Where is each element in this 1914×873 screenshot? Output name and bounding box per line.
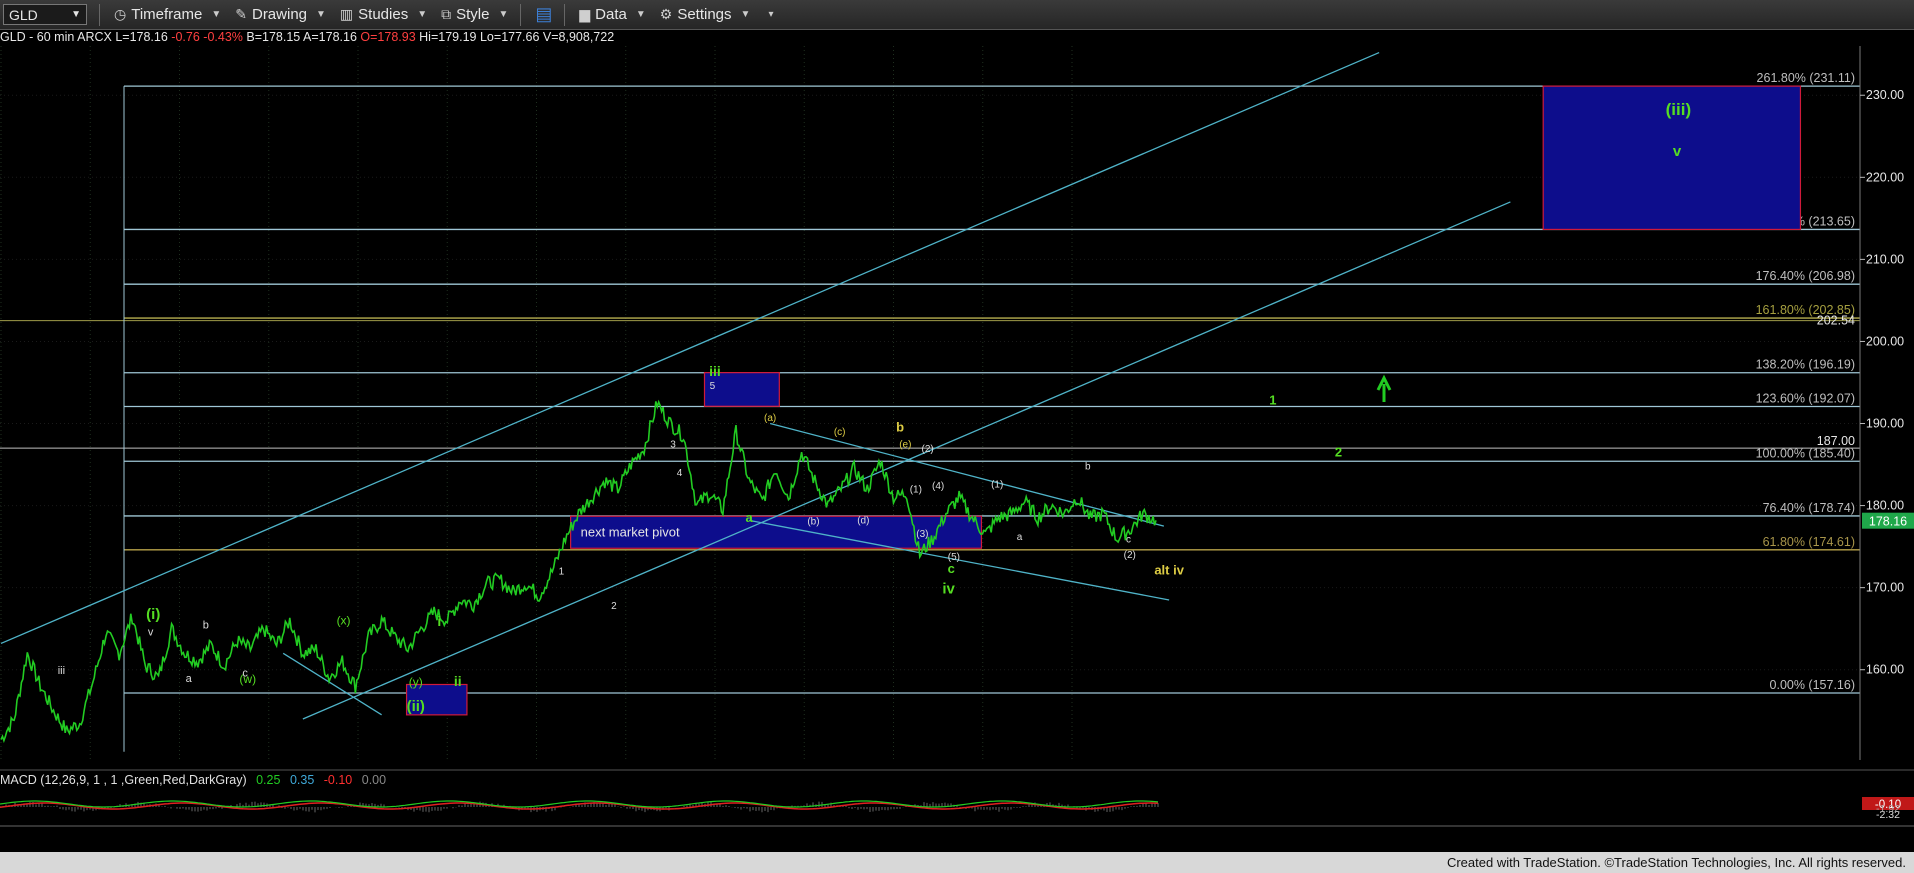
price-axis-label: 160.00 (1866, 663, 1904, 677)
wave-label: 1 (1269, 393, 1276, 408)
wave-label: (e) (899, 439, 911, 450)
wave-label: (x) (337, 614, 351, 628)
wave-label: a (746, 510, 754, 525)
wave-label: 2 (1335, 444, 1342, 459)
upper-channel-line (0, 51, 1380, 645)
price-axis-label: 190.00 (1866, 417, 1904, 431)
macd-avg-value: 0.35 (289, 773, 315, 787)
price-level-label: 187.00 (1817, 434, 1855, 448)
price-axis-label: 230.00 (1866, 88, 1904, 102)
wave-label: (4) (932, 481, 944, 492)
wave-label: 3 (670, 439, 676, 450)
fib-level-label: 76.40% (178.74) (1763, 501, 1855, 515)
box-label: next market pivot (581, 524, 680, 539)
wave-label: iii (709, 363, 721, 379)
wave-label: alt iv (1154, 563, 1184, 578)
wave-label: 4 (677, 468, 683, 479)
fib-level-label: 138.20% (196.19) (1756, 358, 1855, 372)
fib-level-label: 61.80% (174.61) (1763, 535, 1855, 549)
wave-label: (2) (1124, 550, 1136, 561)
wave-label: (c) (834, 427, 846, 438)
wave-label: b (1085, 461, 1091, 472)
chart-window: { "toolbar": { "symbol": "GLD", "timefra… (0, 0, 1914, 873)
wave-label: (iii) (1666, 100, 1692, 119)
wave-label: (ii) (407, 698, 425, 715)
macd-diff-value: -0.10 (323, 773, 353, 787)
fib-level-label: 123.60% (192.07) (1756, 392, 1855, 406)
wave-label: 5 (710, 381, 716, 392)
wave-label: v (148, 626, 154, 638)
wave-label: (2) (922, 444, 934, 455)
wave-label: a (1017, 532, 1023, 543)
wave-label: iv (942, 580, 955, 597)
price-axis-label: 170.00 (1866, 581, 1904, 595)
macd-scale-label: -1.92 (1876, 803, 1900, 815)
wave-label: (d) (857, 516, 869, 527)
wave-label: (i) (146, 606, 160, 623)
price-axis-label: 180.00 (1866, 499, 1904, 513)
wave-label: b (203, 620, 209, 632)
fib-level-label: 176.40% (206.98) (1756, 269, 1855, 283)
fib-level-label: 0.00% (157.16) (1770, 678, 1855, 692)
fib-level-label: 261.80% (231.11) (1757, 71, 1855, 85)
copyright-text: Created with TradeStation. ©TradeStation… (1446, 855, 1906, 870)
macd-title: MACD (12,26,9, 1 , 1 ,Green,Red,DarkGray… (0, 773, 247, 787)
wave-label: (b) (807, 516, 819, 527)
wave-label: c (1126, 535, 1131, 546)
lower-channel-line (302, 201, 1511, 720)
price-level-label: 202.54 (1817, 314, 1855, 328)
wave-label: v (1673, 143, 1682, 160)
price-axis-label: 210.00 (1866, 252, 1904, 266)
wave-label: (y) (409, 675, 423, 689)
wave-label: c (948, 561, 955, 576)
price-axis-label: 200.00 (1866, 334, 1904, 348)
wave-label: iii (58, 665, 65, 677)
up-arrow-icon (1376, 374, 1392, 402)
last-price-tag-label: 178.16 (1869, 515, 1907, 529)
wave-label: (1) (991, 480, 1003, 491)
wave-label: (a) (764, 413, 776, 424)
macd-label: MACD (12,26,9, 1 , 1 ,Green,Red,DarkGray… (0, 773, 386, 787)
wave-label: 1 (559, 567, 565, 578)
wave-label: 2 (611, 601, 617, 612)
wave-label: b (896, 420, 904, 435)
price-axis-label: 220.00 (1866, 170, 1904, 184)
footer-bar: Created with TradeStation. ©TradeStation… (0, 852, 1914, 873)
wave-label: a (186, 673, 193, 685)
wave-label: (1) (910, 484, 922, 495)
wave-label: i (437, 613, 441, 629)
price-chart[interactable]: 261.80% (231.11)200.00% (213.65)176.40% … (0, 0, 1914, 832)
wave-label: (w) (239, 672, 256, 686)
macd-value: 0.25 (256, 773, 281, 787)
wave-label: ii (454, 673, 462, 689)
wave-label: (3) (916, 529, 928, 540)
macd-zero-value: 0.00 (361, 773, 387, 787)
